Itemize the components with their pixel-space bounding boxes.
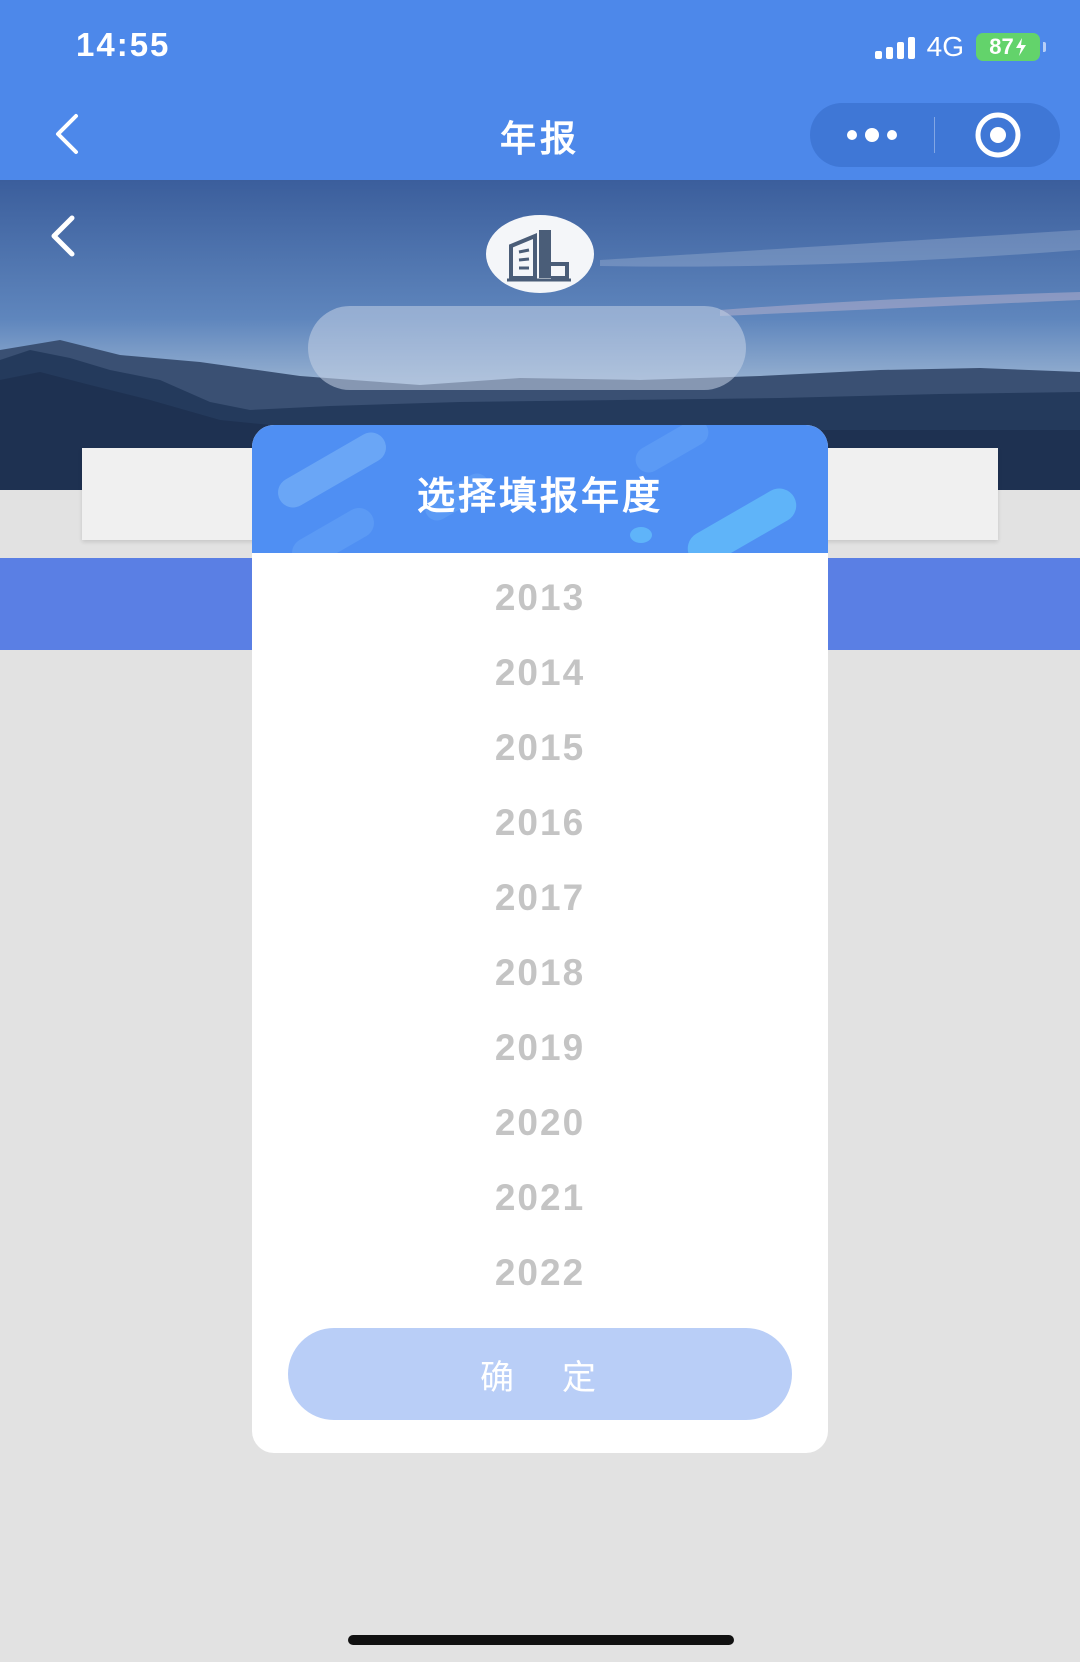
charging-bolt-icon — [1015, 38, 1026, 56]
modal-title: 选择填报年度 — [416, 474, 663, 518]
more-button[interactable] — [810, 103, 934, 167]
top-bar: 14:55 4G 87 年报 — [0, 0, 1080, 180]
year-picker-modal: 选择填报年度 2013 2014 2015 2016 2017 2018 201… — [252, 425, 828, 1453]
target-circle-icon — [975, 112, 1020, 158]
company-name-obscured — [308, 306, 746, 390]
battery-icon: 87 — [976, 33, 1046, 61]
confirm-label-char: 确 — [480, 1358, 518, 1397]
info-card-left — [82, 448, 262, 540]
year-option[interactable]: 2017 — [252, 860, 828, 935]
signal-icon — [874, 35, 915, 59]
year-option[interactable]: 2018 — [252, 935, 828, 1010]
year-option[interactable]: 2013 — [252, 560, 828, 635]
year-option[interactable]: 2020 — [252, 1085, 828, 1160]
building-icon — [507, 230, 571, 282]
more-dots-icon — [847, 130, 857, 140]
status-time: 14:55 — [76, 26, 171, 63]
chevron-left-icon — [51, 215, 75, 257]
status-indicators: 4G 87 — [874, 30, 1046, 64]
confirm-label-char: 定 — [562, 1358, 600, 1397]
year-option[interactable]: 2015 — [252, 710, 828, 785]
year-option[interactable]: 2021 — [252, 1160, 828, 1235]
banner-back-button[interactable] — [44, 214, 84, 258]
battery-level: 87 — [989, 34, 1014, 59]
year-option[interactable]: 2016 — [252, 785, 828, 860]
network-type: 4G — [926, 31, 964, 62]
close-mini-program-button[interactable] — [935, 103, 1060, 167]
home-indicator[interactable] — [348, 1635, 734, 1645]
year-option[interactable]: 2019 — [252, 1010, 828, 1085]
year-list: 2013 2014 2015 2016 2017 2018 2019 2020 … — [252, 560, 828, 1310]
modal-header: 选择填报年度 — [252, 425, 828, 553]
mini-program-capsule — [810, 103, 1060, 167]
info-card-right — [810, 448, 998, 540]
company-logo — [486, 215, 594, 293]
confirm-button[interactable]: 确定 — [288, 1328, 792, 1420]
year-option[interactable]: 2022 — [252, 1235, 828, 1310]
year-option[interactable]: 2014 — [252, 635, 828, 710]
